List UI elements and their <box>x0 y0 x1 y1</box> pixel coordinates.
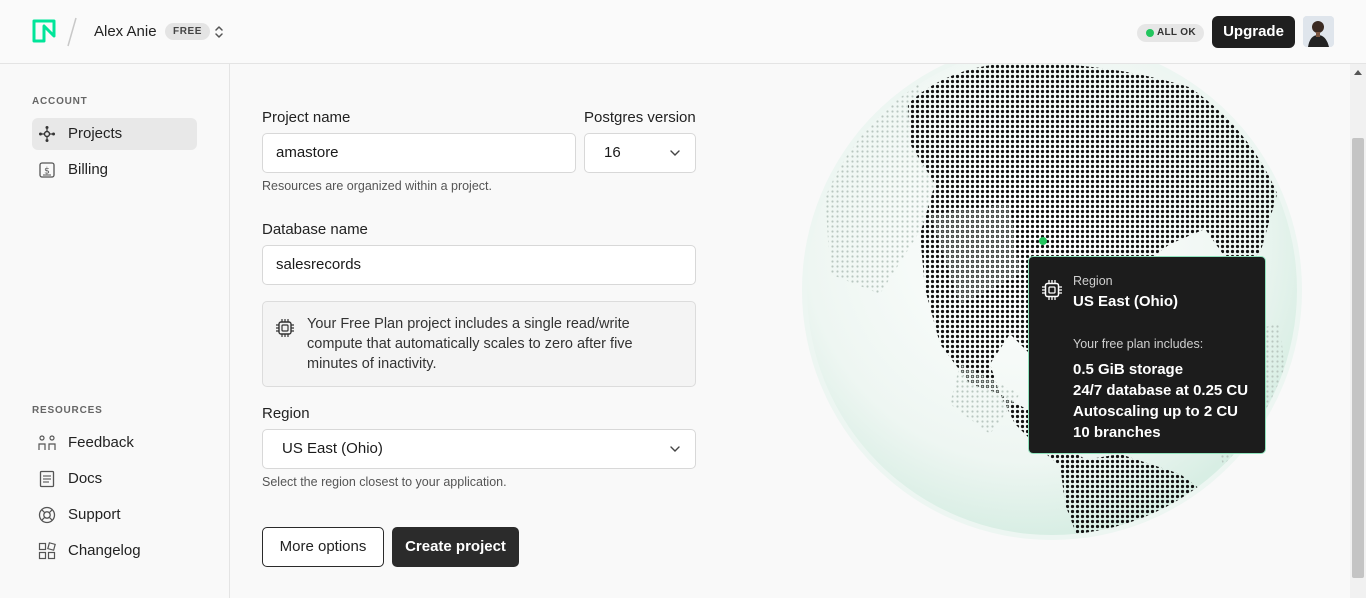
list-item: 24/7 database at 0.25 CU <box>1073 382 1249 399</box>
region-select[interactable]: US East (Ohio) <box>262 429 696 469</box>
postgres-version-value: 16 <box>604 144 621 161</box>
upgrade-button[interactable]: Upgrade <box>1212 16 1295 48</box>
postgres-version-label: Postgres version <box>584 109 696 126</box>
project-name-input[interactable]: amastore <box>262 133 576 173</box>
account-section-label: ACCOUNT <box>32 96 88 107</box>
sidebar-item-projects[interactable]: Projects <box>32 118 197 150</box>
tooltip-subtitle: Your free plan includes: <box>1073 337 1204 351</box>
list-item: 0.5 GiB storage <box>1073 361 1184 378</box>
account-name[interactable]: Alex Anie <box>94 23 157 40</box>
free-plan-info: Your Free Plan project includes a single… <box>262 301 696 387</box>
region-value: US East (Ohio) <box>282 440 383 457</box>
region-tooltip: Region US East (Ohio) Your free plan inc… <box>1028 256 1266 454</box>
chevron-down-icon <box>670 446 680 452</box>
database-name-input[interactable]: salesrecords <box>262 245 696 285</box>
sidebar-item-support[interactable]: Support <box>32 499 197 531</box>
list-item: 10 branches <box>1073 424 1161 441</box>
sidebar-item-label: Docs <box>68 470 103 487</box>
sidebar-item-label: Billing <box>68 161 109 178</box>
user-avatar-icon <box>1303 16 1334 47</box>
feedback-icon <box>38 435 56 450</box>
changelog-icon <box>38 542 56 560</box>
sidebar-item-label: Changelog <box>68 542 141 559</box>
sidebar-item-label: Feedback <box>68 434 134 451</box>
database-name-label: Database name <box>262 221 368 238</box>
chevron-down-icon <box>670 150 680 156</box>
status-badge[interactable]: ALL OK <box>1137 24 1204 42</box>
billing-icon: $ <box>39 162 55 178</box>
account-switcher-icon[interactable] <box>212 23 226 41</box>
status-text: ALL OK <box>1157 27 1196 38</box>
scroll-up-arrow-icon[interactable] <box>1354 70 1362 75</box>
projects-icon <box>39 126 55 142</box>
tooltip-region: US East (Ohio) <box>1073 293 1179 310</box>
sidebar-item-label: Support <box>68 506 121 523</box>
neon-logo-icon[interactable] <box>31 18 57 44</box>
plan-features-list: 0.5 GiB storage 24/7 database at 0.25 CU… <box>1073 359 1248 443</box>
region-marker-icon <box>1039 237 1047 245</box>
project-name-label: Project name <box>262 109 351 126</box>
region-label: Region <box>262 405 310 422</box>
plan-badge: FREE <box>165 23 211 40</box>
chip-icon <box>1042 280 1062 300</box>
sidebar: ACCOUNT Projects $ Billing RESOURCES Fee… <box>0 64 230 598</box>
scrollbar-thumb[interactable] <box>1352 138 1364 578</box>
sidebar-item-docs[interactable]: Docs <box>32 463 197 495</box>
sidebar-item-changelog[interactable]: Changelog <box>32 535 197 567</box>
docs-icon <box>39 470 55 488</box>
sidebar-item-feedback[interactable]: Feedback <box>32 427 197 459</box>
region-hint: Select the region closest to your applic… <box>262 475 507 489</box>
support-icon <box>38 506 56 524</box>
more-options-button[interactable]: More options <box>262 527 384 567</box>
scrollbar[interactable] <box>1350 64 1366 598</box>
create-project-button[interactable]: Create project <box>392 527 519 567</box>
chip-icon <box>276 319 294 337</box>
status-dot-icon <box>1146 29 1154 37</box>
top-bar: Alex Anie FREE ALL OK Upgrade <box>0 0 1366 64</box>
avatar[interactable] <box>1303 16 1334 47</box>
list-item: Autoscaling up to 2 CU <box>1073 403 1238 420</box>
sidebar-item-label: Projects <box>68 125 123 142</box>
free-plan-info-text: Your Free Plan project includes a single… <box>307 316 633 372</box>
tooltip-label: Region <box>1073 274 1113 288</box>
project-name-hint: Resources are organized within a project… <box>262 179 492 193</box>
sidebar-item-billing[interactable]: $ Billing <box>32 154 197 186</box>
resources-section-label: RESOURCES <box>32 405 103 416</box>
postgres-version-select[interactable]: 16 <box>584 133 696 173</box>
breadcrumb-divider <box>67 17 77 47</box>
